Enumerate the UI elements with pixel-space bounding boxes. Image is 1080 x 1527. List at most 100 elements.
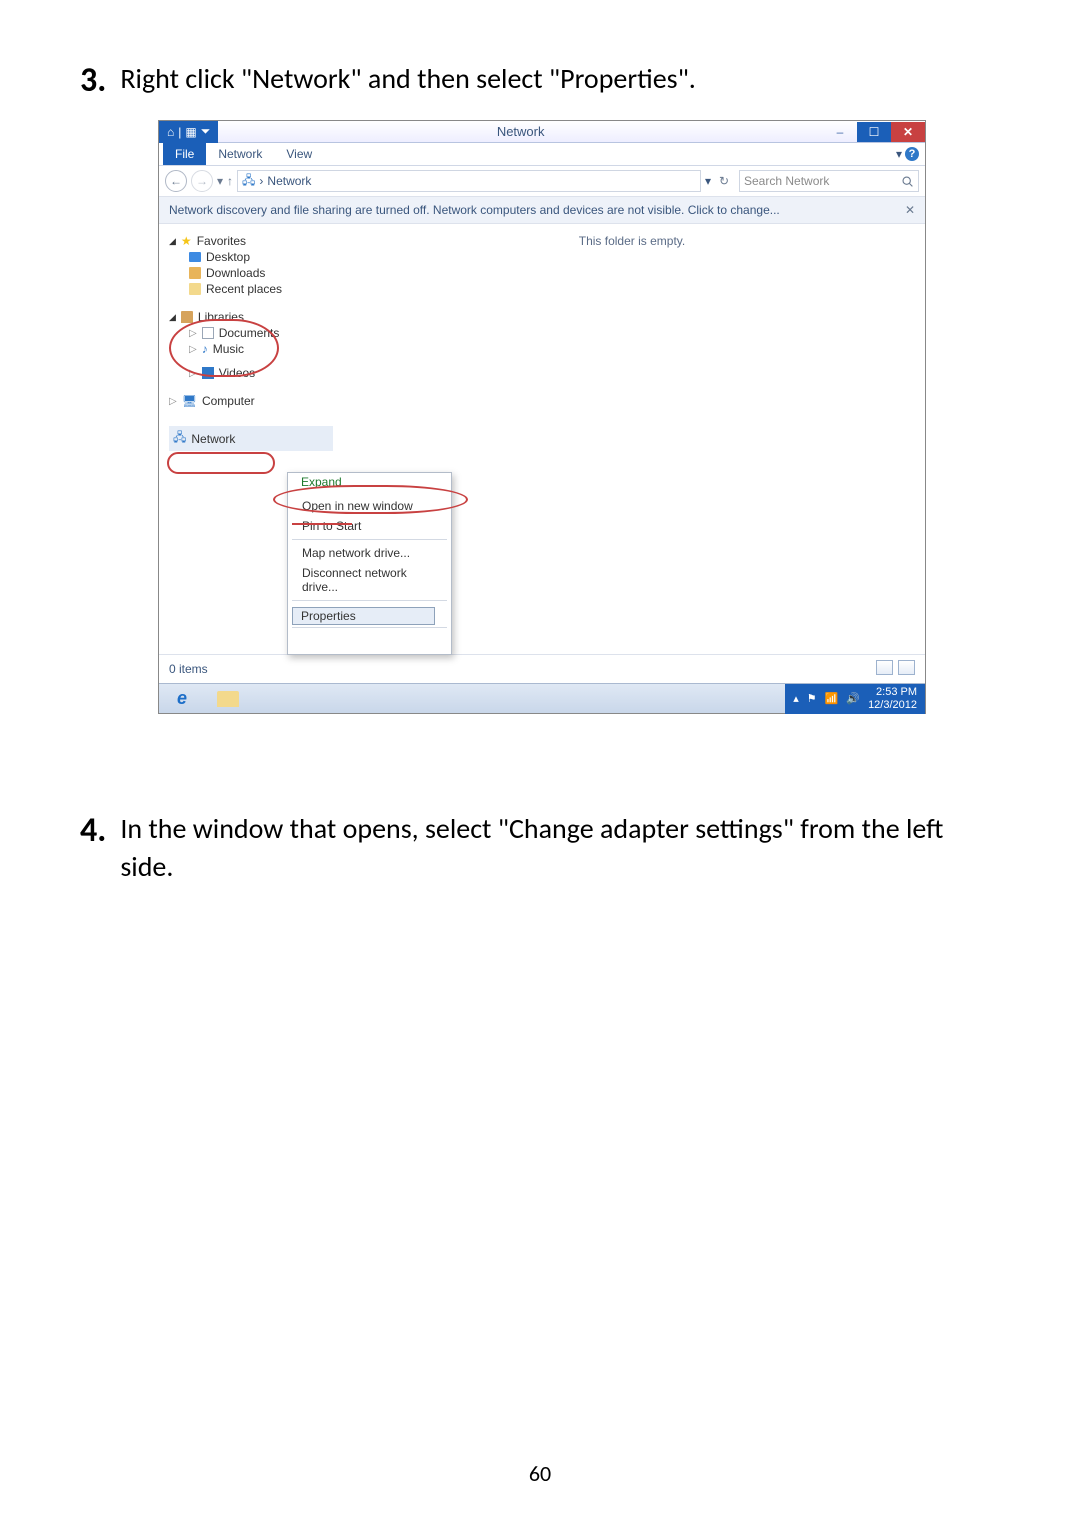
view-mode-buttons[interactable] <box>874 660 915 678</box>
computer-icon: 🖥 <box>182 394 197 408</box>
explorer-window: ⌂ | ▦ ⏷ Network – ☐ ✕ File Network View … <box>158 120 926 714</box>
taskbar: e ▴ ⚑ 📶 🔊 2:53 PM 12/3/2012 <box>159 683 925 713</box>
recent-label: Recent places <box>206 282 282 296</box>
sidebar-item-music[interactable]: ♪ Music <box>189 342 333 356</box>
status-items: 0 items <box>169 662 208 676</box>
menu-map-drive[interactable]: Map network drive... <box>288 543 451 563</box>
network-label: Network <box>191 432 235 446</box>
notice-text: Network discovery and file sharing are t… <box>169 203 780 217</box>
favorites-label: Favorites <box>197 234 246 248</box>
tray-date: 12/3/2012 <box>868 699 917 711</box>
step-4-number: 4. <box>80 810 106 851</box>
taskbar-ie[interactable]: e <box>159 684 205 714</box>
collapse-icon <box>189 328 197 339</box>
forward-button[interactable]: → <box>191 170 213 192</box>
expand-icon <box>169 312 176 323</box>
search-icon <box>901 175 914 188</box>
step-3-number: 3. <box>80 60 106 101</box>
libraries-icon <box>181 311 193 323</box>
menu-pin-start[interactable]: Pin to Start <box>288 516 451 536</box>
details-view-icon[interactable] <box>876 660 893 675</box>
step-4: 4. In the window that opens, select "Cha… <box>80 810 1000 886</box>
search-input[interactable]: Search Network <box>739 170 919 192</box>
menu-open-new-window[interactable]: Open in new window <box>288 496 451 516</box>
menu-properties[interactable]: Properties <box>301 609 356 623</box>
tray-clock[interactable]: 2:53 PM 12/3/2012 <box>868 686 917 710</box>
annotation-pin-strike <box>292 523 352 525</box>
explorer-body: ★ Favorites Desktop Downloads Recent pla… <box>159 224 925 654</box>
downloads-icon <box>189 267 201 279</box>
sidebar-item-downloads[interactable]: Downloads <box>189 266 333 280</box>
libraries-label: Libraries <box>198 310 244 324</box>
titlebar: ⌂ | ▦ ⏷ Network – ☐ ✕ <box>159 121 925 143</box>
star-icon: ★ <box>181 234 192 248</box>
status-bar: 0 items <box>159 654 925 683</box>
videos-icon <box>202 367 214 379</box>
documents-icon <box>202 327 214 339</box>
recent-icon <box>189 283 201 295</box>
tab-network[interactable]: Network <box>206 143 274 165</box>
history-chevron-icon[interactable]: ▾ <box>217 174 223 188</box>
tray-time: 2:53 PM <box>868 686 917 698</box>
refresh-button[interactable]: ↻ <box>713 174 735 188</box>
menu-separator <box>292 627 447 628</box>
ribbon-help[interactable]: ▾ ? <box>896 147 925 161</box>
sidebar-item-documents[interactable]: Documents <box>189 326 333 340</box>
tab-file[interactable]: File <box>163 143 206 165</box>
ribbon-tabs: File Network View ▾ ? <box>159 143 925 166</box>
sidebar-item-videos[interactable]: Videos <box>189 366 333 380</box>
computer-label: Computer <box>202 394 255 408</box>
menu-separator <box>292 600 447 601</box>
sidebar-computer[interactable]: 🖥 Computer <box>169 394 333 408</box>
network-glyph-icon: ⌂ <box>167 125 174 139</box>
sidebar-item-desktop[interactable]: Desktop <box>189 250 333 264</box>
sidebar-libraries[interactable]: Libraries <box>169 310 333 324</box>
network-tray-icon[interactable]: 📶 <box>825 692 839 705</box>
minimize-button[interactable]: – <box>823 122 857 142</box>
nav-bar: ← → ▾ ↑ 🖧 › Network ▾ ↻ Search Network <box>159 166 925 197</box>
breadcrumb[interactable]: 🖧 › Network <box>237 170 701 192</box>
window-title: Network <box>218 124 823 139</box>
network-icon: 🖧 <box>173 428 186 449</box>
icons-view-icon[interactable] <box>898 660 915 675</box>
tray-up-icon[interactable]: ▴ <box>793 692 799 705</box>
window-controls: – ☐ ✕ <box>823 122 925 142</box>
flag-icon[interactable]: ⚑ <box>807 692 817 705</box>
taskbar-explorer[interactable] <box>205 684 251 714</box>
notice-close-button[interactable]: ✕ <box>905 203 915 217</box>
videos-label: Videos <box>219 366 255 380</box>
music-label: Music <box>213 342 244 356</box>
sidebar-favorites[interactable]: ★ Favorites <box>169 234 333 248</box>
collapse-icon <box>189 368 197 379</box>
folder-icon <box>217 691 239 707</box>
help-icon[interactable]: ? <box>905 147 919 161</box>
menu-disconnect-drive[interactable]: Disconnect network drive... <box>288 563 451 597</box>
tab-view[interactable]: View <box>274 143 324 165</box>
system-tray[interactable]: ▴ ⚑ 📶 🔊 2:53 PM 12/3/2012 <box>785 684 925 714</box>
crumb-chevron-icon[interactable]: ▾ <box>705 174 711 188</box>
maximize-button[interactable]: ☐ <box>857 122 891 142</box>
expand-icon <box>169 236 176 247</box>
qat-sep: | <box>178 125 181 139</box>
sidebar-item-recent[interactable]: Recent places <box>189 282 333 296</box>
documents-label: Documents <box>219 326 280 340</box>
up-button[interactable]: ↑ <box>227 174 233 188</box>
empty-text: This folder is empty. <box>579 234 685 248</box>
sidebar-network[interactable]: 🖧 Network <box>169 426 333 451</box>
discovery-notice[interactable]: Network discovery and file sharing are t… <box>159 197 925 224</box>
volume-icon[interactable]: 🔊 <box>846 692 860 705</box>
menu-separator <box>292 539 447 540</box>
qat-chevron-icon: ⏷ <box>201 124 211 139</box>
back-button[interactable]: ← <box>165 170 187 192</box>
menu-expand[interactable]: Expand <box>301 475 342 489</box>
crumb-sep-icon: › <box>259 174 263 188</box>
step-4-text: In the window that opens, select "Change… <box>120 810 1000 886</box>
step-3-text: Right click "Network" and then select "P… <box>120 60 696 98</box>
quick-access-toolbar[interactable]: ⌂ | ▦ ⏷ <box>159 121 218 143</box>
props-icon: ▦ <box>185 125 196 139</box>
close-button[interactable]: ✕ <box>891 122 925 142</box>
ie-icon: e <box>177 688 187 709</box>
desktop-label: Desktop <box>206 250 250 264</box>
page-number: 60 <box>0 1460 1080 1487</box>
desktop-icon <box>189 252 201 262</box>
